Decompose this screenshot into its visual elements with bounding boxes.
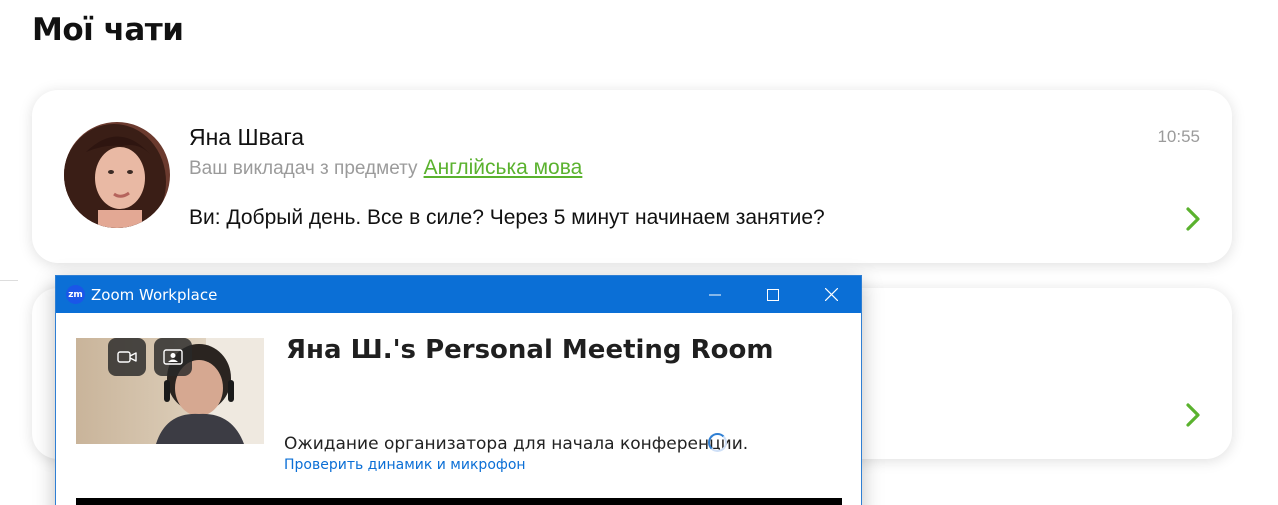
maximize-icon	[767, 288, 779, 301]
loading-spinner-icon	[708, 433, 727, 452]
last-message: Ви: Добрый день. Все в силе? Через 5 мин…	[189, 206, 825, 229]
chat-subtitle: Ваш викладач з предмету Англійська мова	[189, 156, 582, 180]
minimize-icon	[709, 294, 721, 295]
video-toggle-button[interactable]	[108, 338, 146, 376]
test-audio-link[interactable]: Проверить динамик и микрофон	[284, 457, 526, 473]
chevron-right-icon[interactable]	[1184, 402, 1202, 428]
avatar	[64, 122, 170, 228]
meeting-room-title: Яна Ш.'s Personal Meeting Room	[286, 335, 774, 365]
waiting-status: Ожидание организатора для начала конфере…	[284, 434, 749, 454]
message-time: 10:55	[1157, 127, 1200, 146]
subject-link[interactable]: Англійська мова	[424, 156, 583, 179]
chevron-right-icon[interactable]	[1184, 206, 1202, 232]
user-portrait-icon	[163, 349, 183, 365]
divider	[0, 280, 18, 281]
close-icon	[824, 288, 838, 301]
video-camera-icon	[117, 351, 137, 363]
window-title: Zoom Workplace	[91, 286, 218, 304]
video-area	[76, 498, 842, 505]
teacher-label: Ваш викладач з предмету	[189, 158, 418, 179]
zoom-logo-icon: zm	[66, 285, 85, 304]
maximize-button[interactable]	[744, 276, 802, 313]
close-button[interactable]	[802, 276, 860, 313]
chat-item[interactable]: Яна Швага Ваш викладач з предмету Англійс…	[32, 90, 1232, 263]
minimize-button[interactable]	[686, 276, 744, 313]
zoom-window[interactable]: zm Zoom Workplace Яна Ш.'s Personal Meet…	[55, 275, 862, 505]
chat-contact-name: Яна Швага	[189, 124, 304, 150]
page-title: Мої чати	[32, 12, 184, 48]
avatar-toggle-button[interactable]	[154, 338, 192, 376]
window-titlebar[interactable]: zm Zoom Workplace	[56, 276, 861, 313]
